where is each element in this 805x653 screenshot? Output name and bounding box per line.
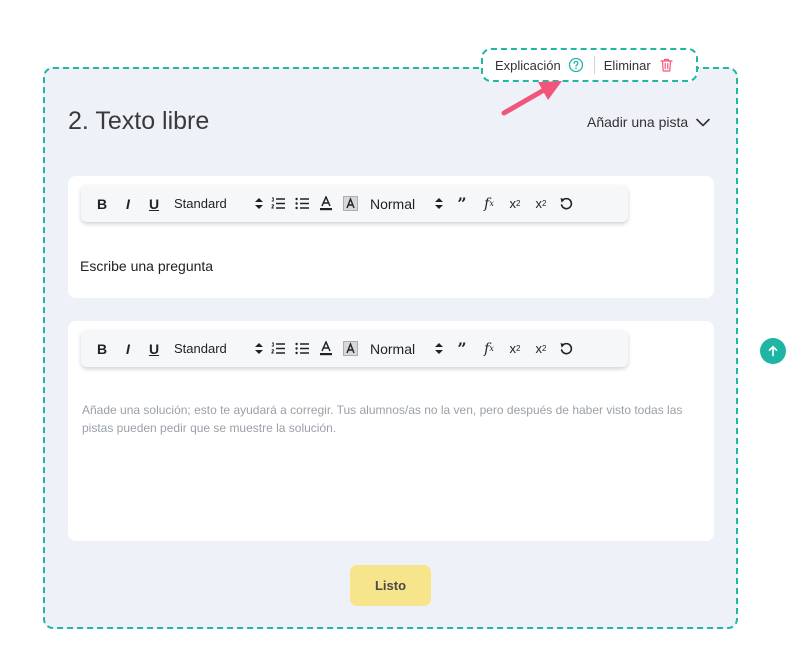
explanation-button[interactable]: Explicación [495, 58, 561, 73]
arrow-up-icon [768, 345, 778, 357]
italic-icon[interactable]: I [121, 338, 135, 360]
solution-editor[interactable]: B I U Standard Normal ” fx x2 x2 Añade u… [68, 321, 714, 541]
ordered-list-icon[interactable] [270, 193, 286, 215]
header-select[interactable]: Normal [370, 338, 434, 360]
font-size-select[interactable]: Standard [174, 193, 254, 215]
bullet-list-icon[interactable] [294, 193, 310, 215]
solution-placeholder[interactable]: Añade una solución; esto te ayudará a co… [82, 401, 692, 437]
done-button[interactable]: Listo [350, 565, 431, 606]
blockquote-icon[interactable]: ” [454, 193, 470, 215]
text-color-icon[interactable] [318, 193, 334, 215]
ordered-list-icon[interactable] [270, 338, 286, 360]
bold-icon[interactable]: B [95, 193, 109, 215]
clear-format-icon[interactable] [558, 193, 574, 215]
add-hint-dropdown[interactable]: Añadir una pista [587, 114, 710, 130]
bold-icon[interactable]: B [95, 338, 109, 360]
underline-icon[interactable]: U [147, 338, 161, 360]
subscript-icon[interactable]: x2 [506, 193, 524, 215]
question-editor-toolbar: B I U Standard Normal ” fx x2 x2 [81, 185, 628, 222]
chevron-down-icon [696, 118, 710, 126]
font-size-select[interactable]: Standard [174, 338, 254, 360]
question-title: 2. Texto libre [68, 107, 210, 135]
pointer-arrow-icon [501, 81, 562, 116]
solution-editor-toolbar: B I U Standard Normal ” fx x2 x2 [81, 330, 628, 367]
superscript-icon[interactable]: x2 [532, 193, 550, 215]
formula-icon[interactable]: fx [480, 338, 498, 360]
delete-button[interactable]: Eliminar [604, 58, 651, 73]
header-select[interactable]: Normal [370, 193, 434, 215]
add-hint-label: Añadir una pista [587, 114, 689, 130]
blockquote-icon[interactable]: ” [454, 338, 470, 360]
background-color-icon[interactable] [342, 338, 358, 360]
select-arrows-icon[interactable] [254, 338, 264, 360]
italic-icon[interactable]: I [121, 193, 135, 215]
text-color-icon[interactable] [318, 338, 334, 360]
trash-icon[interactable] [659, 57, 674, 73]
subscript-icon[interactable]: x2 [506, 338, 524, 360]
question-text[interactable]: Escribe una pregunta [80, 258, 213, 274]
question-editor[interactable]: B I U Standard Normal ” fx x2 x2 Escribe… [68, 176, 714, 298]
select-arrows-icon[interactable] [254, 193, 264, 215]
underline-icon[interactable]: U [147, 193, 161, 215]
superscript-icon[interactable]: x2 [532, 338, 550, 360]
help-icon[interactable] [568, 57, 584, 73]
divider [593, 56, 595, 74]
clear-format-icon[interactable] [558, 338, 574, 360]
question-actions-bar: Explicación Eliminar [481, 48, 698, 82]
select-arrows-icon[interactable] [434, 338, 444, 360]
select-arrows-icon[interactable] [434, 193, 444, 215]
bullet-list-icon[interactable] [294, 338, 310, 360]
formula-icon[interactable]: fx [480, 193, 498, 215]
scroll-to-top-button[interactable] [760, 338, 786, 364]
background-color-icon[interactable] [342, 193, 358, 215]
